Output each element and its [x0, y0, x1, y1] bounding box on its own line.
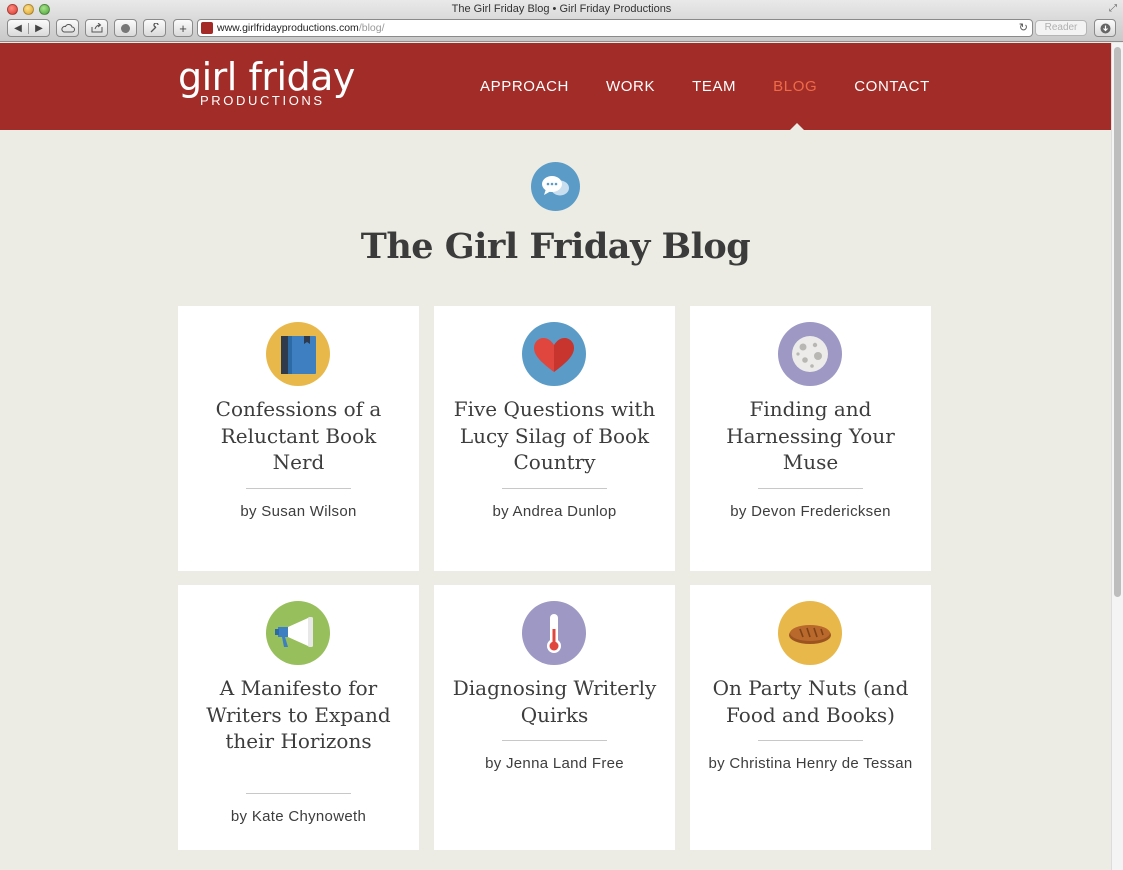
- address-bar[interactable]: www.girlfridayproductions.com/blog/ ↻: [197, 19, 1033, 37]
- speech-bubbles-icon: [531, 162, 580, 211]
- post-title[interactable]: On Party Nuts (and Food and Books): [704, 675, 917, 728]
- post-title[interactable]: Diagnosing Writerly Quirks: [448, 675, 661, 728]
- nav-blog[interactable]: BLOG: [773, 78, 817, 95]
- new-tab-button[interactable]: +: [173, 19, 193, 37]
- url-host: www.girlfridayproductions.com: [217, 22, 359, 34]
- history-button[interactable]: [114, 19, 137, 37]
- blog-card[interactable]: A Manifesto for Writers to Expand their …: [178, 585, 419, 850]
- window-title: The Girl Friday Blog • Girl Friday Produ…: [451, 3, 672, 15]
- divider: [246, 793, 351, 794]
- nav-approach[interactable]: APPROACH: [480, 78, 569, 95]
- active-nav-pointer: [790, 123, 804, 130]
- blog-card[interactable]: Five Questions with Lucy Silag of Book C…: [434, 306, 675, 571]
- blog-card[interactable]: On Party Nuts (and Food and Books) by Ch…: [690, 585, 931, 850]
- cloud-icon: [60, 23, 75, 32]
- megaphone-icon: [266, 601, 330, 665]
- post-title[interactable]: Confessions of a Reluctant Book Nerd: [192, 396, 405, 476]
- icloud-button[interactable]: [56, 19, 79, 37]
- settings-button[interactable]: [143, 19, 166, 37]
- divider: [246, 488, 351, 489]
- blog-card[interactable]: Finding and Harnessing Your Muse by Devo…: [690, 306, 931, 571]
- bread-icon: [778, 601, 842, 665]
- post-title[interactable]: Finding and Harnessing Your Muse: [704, 396, 917, 476]
- url-text: www.girlfridayproductions.com/blog/: [217, 22, 385, 34]
- site-favicon-icon: [201, 22, 213, 34]
- browser-toolbar: The Girl Friday Blog • Girl Friday Produ…: [0, 0, 1123, 42]
- heart-icon: [522, 322, 586, 386]
- site-logo[interactable]: girl friday PRODUCTIONS: [178, 55, 355, 108]
- download-icon: [1100, 23, 1110, 33]
- nav-work[interactable]: WORK: [606, 78, 655, 95]
- post-author: by Jenna Land Free: [485, 755, 624, 772]
- nav-team[interactable]: TEAM: [692, 78, 736, 95]
- back-button[interactable]: ◀: [8, 22, 29, 34]
- vertical-scrollbar[interactable]: [1111, 43, 1123, 870]
- share-icon: [91, 23, 102, 33]
- logo-wordmark: girl friday: [178, 55, 355, 99]
- page-title: The Girl Friday Blog: [360, 226, 751, 267]
- forward-button[interactable]: ▶: [29, 23, 49, 34]
- wrench-icon: [150, 22, 159, 32]
- globe-icon: [121, 23, 130, 33]
- post-author: by Kate Chynoweth: [230, 808, 367, 825]
- post-author: by Devon Fredericksen: [730, 503, 891, 520]
- post-title[interactable]: Five Questions with Lucy Silag of Book C…: [448, 396, 661, 476]
- back-forward-buttons: ◀ ▶: [7, 19, 50, 37]
- divider: [758, 488, 863, 489]
- url-path: /blog/: [358, 22, 385, 34]
- fullscreen-icon[interactable]: ⤢: [1109, 3, 1117, 14]
- book-icon: [266, 322, 330, 386]
- blog-card[interactable]: Confessions of a Reluctant Book Nerd by …: [178, 306, 419, 571]
- divider: [502, 740, 607, 741]
- post-title[interactable]: A Manifesto for Writers to Expand their …: [192, 675, 405, 755]
- main-nav: APPROACH WORK TEAM BLOG CONTACT: [480, 78, 967, 95]
- blog-card[interactable]: Diagnosing Writerly Quirks by Jenna Land…: [434, 585, 675, 850]
- post-author: by Christina Henry de Tessan: [708, 755, 913, 772]
- reader-button[interactable]: Reader: [1035, 20, 1087, 36]
- nav-contact[interactable]: CONTACT: [854, 78, 930, 95]
- logo-subtitle: PRODUCTIONS: [200, 93, 325, 108]
- thermometer-icon: [522, 601, 586, 665]
- moon-icon: [778, 322, 842, 386]
- post-author: by Susan Wilson: [240, 503, 357, 520]
- plus-icon: +: [179, 20, 187, 36]
- downloads-button[interactable]: [1094, 19, 1116, 37]
- reload-icon[interactable]: ↻: [1019, 21, 1028, 34]
- post-author: by Andrea Dunlop: [492, 503, 617, 520]
- share-button[interactable]: [85, 19, 108, 37]
- divider: [502, 488, 607, 489]
- scrollbar-thumb[interactable]: [1114, 47, 1121, 597]
- site-header: girl friday PRODUCTIONS APPROACH WORK TE…: [0, 43, 1111, 130]
- divider: [758, 740, 863, 741]
